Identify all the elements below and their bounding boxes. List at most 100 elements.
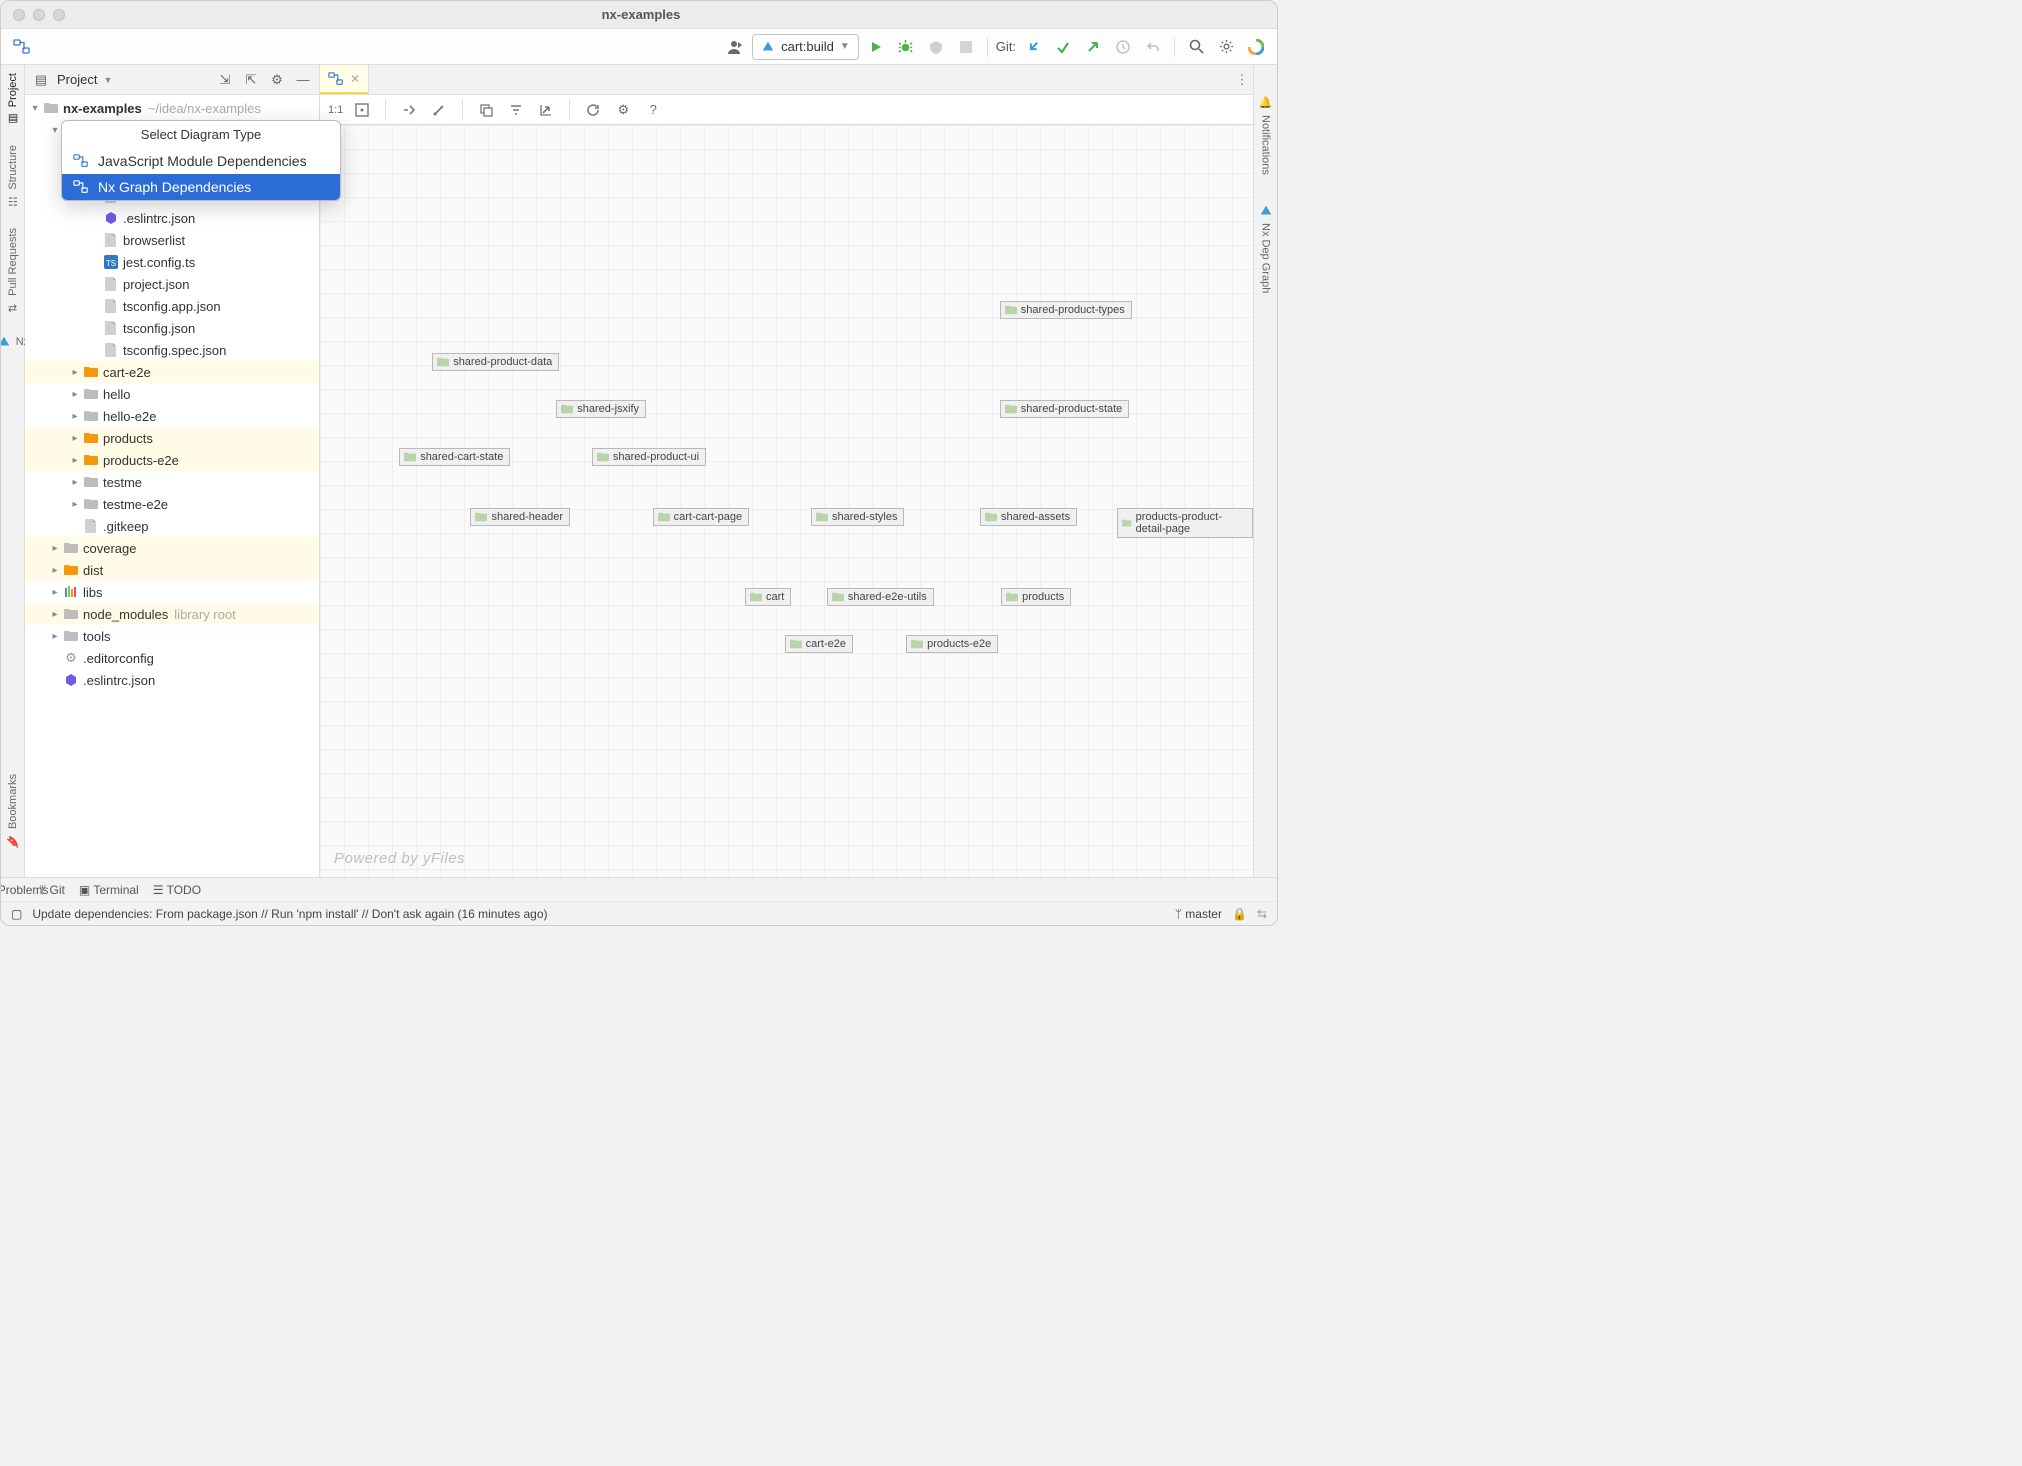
route-edges-icon[interactable] <box>428 99 450 121</box>
project-tree[interactable]: ▾ nx-examples ~/idea/nx-examples ▾apps▾c… <box>25 95 319 877</box>
tree-node[interactable]: ▸testme <box>25 471 319 493</box>
graph-node[interactable]: cart <box>745 588 791 606</box>
minimize-icon[interactable]: — <box>293 70 313 90</box>
graph-node[interactable]: shared-assets <box>980 508 1077 526</box>
popup-item-nx-graph-deps[interactable]: Nx Graph Dependencies <box>62 174 340 200</box>
graph-node[interactable]: shared-jsxify <box>556 400 646 418</box>
tree-node[interactable]: ▸cart-e2e <box>25 361 319 383</box>
tree-node[interactable]: ▸node_moduleslibrary root <box>25 603 319 625</box>
filter-icon[interactable] <box>505 99 527 121</box>
rail-bookmarks[interactable]: 🔖Bookmarks <box>5 774 21 849</box>
tree-root[interactable]: ▾ nx-examples ~/idea/nx-examples <box>25 97 319 119</box>
gear-icon[interactable]: ⚙ <box>612 99 634 121</box>
zoom-1to1[interactable]: 1:1 <box>328 104 343 116</box>
traffic-close[interactable] <box>13 9 25 21</box>
fit-content-icon[interactable] <box>351 99 373 121</box>
run-config-selector[interactable]: cart:build ▼ <box>752 34 859 60</box>
project-scope-icon[interactable]: ▤ <box>31 70 51 90</box>
tree-node[interactable]: ▸libs <box>25 581 319 603</box>
search-icon[interactable] <box>1183 34 1209 60</box>
popup-item-js-deps[interactable]: JavaScript Module Dependencies <box>62 148 340 174</box>
tree-node[interactable]: .eslintrc.json <box>25 669 319 691</box>
run-icon[interactable] <box>863 34 889 60</box>
tree-node[interactable]: ▸hello <box>25 383 319 405</box>
tree-node[interactable]: tsconfig.spec.json <box>25 339 319 361</box>
folder-orange-icon <box>83 430 99 446</box>
git-pull-icon[interactable] <box>1020 34 1046 60</box>
settings-icon[interactable] <box>1213 34 1239 60</box>
export-icon[interactable] <box>535 99 557 121</box>
debug-icon[interactable] <box>893 34 919 60</box>
tree-node[interactable]: ⚙.editorconfig <box>25 647 319 669</box>
tree-node[interactable]: ▸products <box>25 427 319 449</box>
diagram-tool-icon[interactable] <box>9 34 35 60</box>
project-header-label[interactable]: Project <box>57 72 97 87</box>
graph-node[interactable]: products <box>1001 588 1071 606</box>
tree-node[interactable]: ▸products-e2e <box>25 449 319 471</box>
traffic-min[interactable] <box>33 9 45 21</box>
rail-structure[interactable]: ☷Structure <box>5 145 21 210</box>
tree-node[interactable]: project.json <box>25 273 319 295</box>
graph-node[interactable]: shared-product-data <box>432 353 559 371</box>
git-push-icon[interactable] <box>1080 34 1106 60</box>
graph-node[interactable]: shared-styles <box>811 508 904 526</box>
git-button[interactable]: ᛘ Git <box>39 883 65 897</box>
jb-logo-icon[interactable] <box>1243 34 1269 60</box>
tab-diagram[interactable]: ✕ <box>320 65 369 94</box>
tab-menu-icon[interactable]: ⋮ <box>1231 65 1253 94</box>
graph-node[interactable]: shared-product-types <box>1000 301 1132 319</box>
tree-node[interactable]: ▸coverage <box>25 537 319 559</box>
expand-all-icon[interactable]: ⇲ <box>215 70 235 90</box>
stop-icon[interactable] <box>953 34 979 60</box>
tree-node[interactable]: .gitkeep <box>25 515 319 537</box>
coverage-icon[interactable] <box>923 34 949 60</box>
rail-project[interactable]: ▤Project <box>5 73 21 127</box>
rail-pull-requests[interactable]: ⇅Pull Requests <box>5 228 21 316</box>
status-hint[interactable]: Update dependencies: From package.json /… <box>32 907 547 921</box>
close-icon[interactable]: ✕ <box>350 72 360 86</box>
graph-node[interactable]: shared-product-state <box>1000 400 1130 418</box>
tree-node[interactable]: .eslintrc.json <box>25 207 319 229</box>
left-tool-rail: ▤Project ☷Structure ⇅Pull Requests Nx 🔖B… <box>1 65 25 877</box>
graph-node[interactable]: cart-e2e <box>785 635 853 653</box>
graph-node[interactable]: products-product-detail-page <box>1117 508 1253 538</box>
history-icon[interactable] <box>1110 34 1136 60</box>
graph-node[interactable]: shared-e2e-utils <box>827 588 934 606</box>
tree-node[interactable]: browserlist <box>25 229 319 251</box>
graph-node[interactable]: shared-product-ui <box>592 448 706 466</box>
terminal-button[interactable]: ▣ Terminal <box>79 883 139 897</box>
tree-node[interactable]: tsconfig.app.json <box>25 295 319 317</box>
panel-settings-icon[interactable]: ⚙ <box>267 70 287 90</box>
refresh-icon[interactable] <box>582 99 604 121</box>
tree-node[interactable]: ▸hello-e2e <box>25 405 319 427</box>
quick-access-icon[interactable]: ▢ <box>11 907 22 921</box>
file-icon <box>83 518 99 534</box>
graph-node[interactable]: cart-cart-page <box>653 508 749 526</box>
undo-icon[interactable] <box>1140 34 1166 60</box>
graph-node[interactable]: shared-cart-state <box>399 448 510 466</box>
help-icon[interactable]: ? <box>642 99 664 121</box>
chevron-down-icon[interactable]: ▼ <box>103 75 112 85</box>
indent-icon[interactable]: ⇆ <box>1257 907 1267 921</box>
collapse-all-icon[interactable]: ⇱ <box>241 70 261 90</box>
tree-node[interactable]: tsconfig.json <box>25 317 319 339</box>
git-branch[interactable]: ᛘ master <box>1175 907 1222 921</box>
todo-button[interactable]: ☰ TODO <box>153 883 201 897</box>
tree-node[interactable]: TSjest.config.ts <box>25 251 319 273</box>
graph-node[interactable]: shared-header <box>470 508 570 526</box>
tree-node[interactable]: ▸tools <box>25 625 319 647</box>
user-icon[interactable] <box>722 34 748 60</box>
layout-icon[interactable] <box>398 99 420 121</box>
main-toolbar: cart:build ▼ Git: <box>1 29 1277 65</box>
diagram-canvas[interactable]: shared-product-data shared-product-types s… <box>320 125 1253 877</box>
copy-icon[interactable] <box>475 99 497 121</box>
tree-node[interactable]: ▸dist <box>25 559 319 581</box>
rail-notifications[interactable]: 🔔Notifications <box>1258 95 1274 175</box>
git-commit-icon[interactable] <box>1050 34 1076 60</box>
rail-nx-dep-graph[interactable]: Nx Dep Graph <box>1258 203 1274 293</box>
lock-icon[interactable]: 🔒 <box>1232 907 1247 921</box>
traffic-max[interactable] <box>53 9 65 21</box>
problems-button[interactable]: ⊘ Problems <box>11 883 25 897</box>
graph-node[interactable]: products-e2e <box>906 635 998 653</box>
tree-node[interactable]: ▸testme-e2e <box>25 493 319 515</box>
